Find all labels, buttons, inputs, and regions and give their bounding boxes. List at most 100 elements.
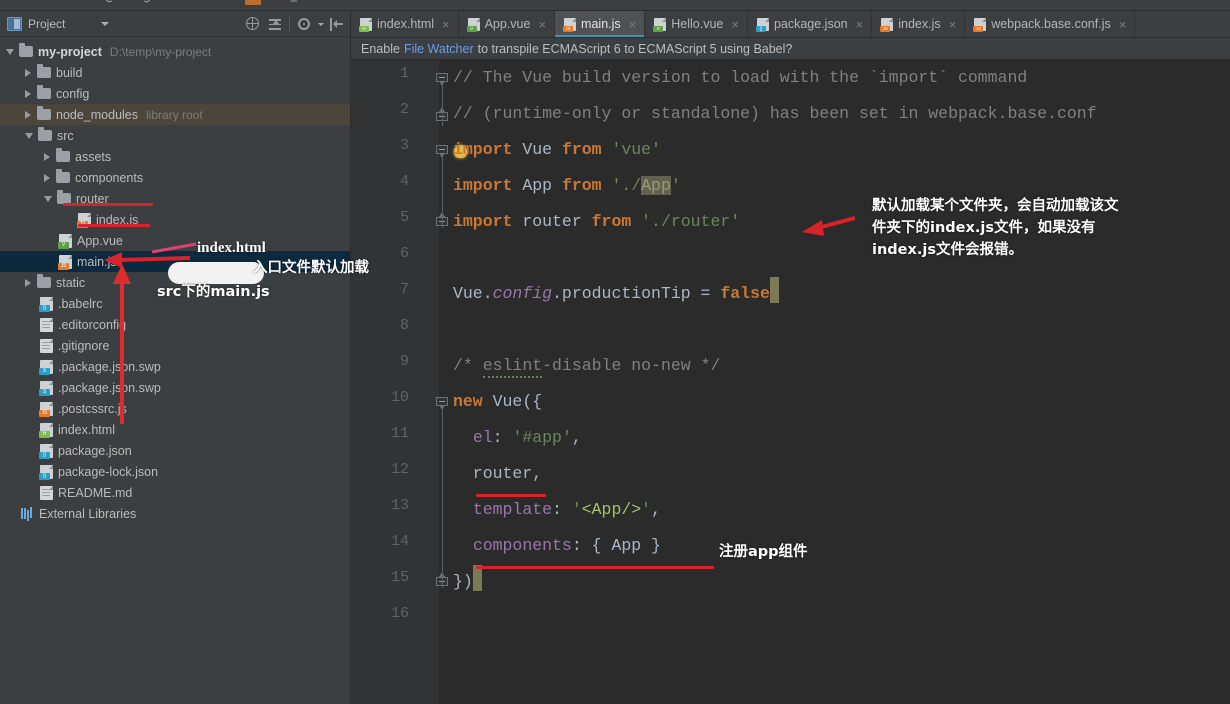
tab-type-badge: JS: [973, 25, 984, 32]
line-number: 6: [399, 245, 409, 262]
tab-close-icon[interactable]: ×: [856, 18, 864, 31]
line-number: 2: [399, 101, 409, 118]
tree-item-label: assets: [75, 149, 112, 164]
toolbar-ghost-icon-3: [245, 0, 261, 5]
tab-close-icon[interactable]: ×: [442, 18, 450, 31]
tree-item-label: components: [75, 170, 144, 185]
file-watcher-link[interactable]: File Watcher: [404, 42, 474, 56]
tree-item-build[interactable]: build: [0, 62, 350, 83]
hide-panel-icon[interactable]: [330, 17, 344, 31]
editor-tab-index-js[interactable]: JS index.js ×: [872, 11, 966, 37]
tree-toggle-closed-icon[interactable]: [44, 152, 50, 161]
tree-toggle-open-icon[interactable]: [6, 48, 14, 55]
tree-toggle-closed-icon[interactable]: [25, 89, 31, 98]
tree-toggle-open-icon[interactable]: [25, 132, 33, 139]
tree-item-config[interactable]: config: [0, 83, 350, 104]
tree-item-index-js[interactable]: JSindex.js: [0, 209, 350, 230]
editor-tab-main-js[interactable]: JS main.js ×: [555, 11, 646, 37]
tree-item--package-json-swp[interactable]: S .package.json.swp: [0, 356, 350, 377]
tab-close-icon[interactable]: ×: [538, 18, 546, 31]
tree-item-readme-md[interactable]: README.md: [0, 482, 350, 503]
line-number: 12: [390, 461, 409, 478]
tree-item--postcssrc-js[interactable]: JS .postcssrc.js: [0, 398, 350, 419]
file-type-badge: H: [39, 430, 50, 438]
tab-close-icon[interactable]: ×: [949, 18, 957, 31]
external-libraries-icon: [21, 507, 34, 520]
tree-item-label: index.html: [58, 422, 115, 437]
tab-type-badge: JS: [880, 25, 891, 32]
tree-item-label: node_modules: [56, 107, 139, 122]
editor-tab-bar[interactable]: Hindex.html × V App.vue × JS main.js × V Hello.vu…: [351, 11, 1230, 38]
tree-item-label: main.js: [77, 254, 117, 269]
toolbar-ghost-icon-2: ⟲: [140, 0, 151, 7]
tree-toggle-closed-icon[interactable]: [25, 68, 31, 77]
tree-item-label: README.md: [58, 485, 133, 500]
top-toolbar-strip: ⟳ ⟲ ≡: [0, 0, 1230, 11]
tab-close-icon[interactable]: ×: [629, 18, 637, 31]
breadcrumb-marker: ⋮: [351, 260, 358, 270]
tree-toggle-closed-icon[interactable]: [25, 278, 31, 287]
tab-type-badge: {}: [755, 25, 766, 32]
tree-item-app-vue[interactable]: V App.vue: [0, 230, 350, 251]
tree-item-src[interactable]: src: [0, 125, 350, 146]
tree-item-package-lock-json[interactable]: {} package-lock.json: [0, 461, 350, 482]
code-content[interactable]: // The Vue build version to load with th…: [439, 60, 1230, 704]
collapse-all-icon[interactable]: [245, 16, 261, 32]
file-icon-html: H: [39, 422, 53, 438]
folder-icon: [37, 106, 51, 120]
code-line-3: import Vue from 'vue': [453, 140, 661, 159]
tree-item-components[interactable]: components: [0, 167, 350, 188]
line-number: 9: [399, 353, 409, 370]
file-type-badge: V: [58, 241, 69, 249]
file-icon-json: {}: [39, 443, 53, 459]
code-line-7: Vue.config.productionTip = false: [453, 276, 779, 312]
tab-file-icon-html: H: [359, 17, 372, 32]
file-icon-vue: V: [58, 233, 72, 249]
tree-item-package-json[interactable]: {} package.json: [0, 440, 350, 461]
settings-gear-icon[interactable]: [296, 16, 312, 32]
tab-close-icon[interactable]: ×: [1119, 18, 1127, 31]
code-line-2: // (runtime-only or standalone) has been…: [453, 104, 1097, 123]
tree-item--babelrc[interactable]: {} .babelrc: [0, 293, 350, 314]
toolbar-divider: [289, 17, 290, 31]
tree-item--package-json-swp[interactable]: S .package.json.swp: [0, 377, 350, 398]
tree-item-node-modules[interactable]: node_modules library root: [0, 104, 350, 125]
tab-label: index.html: [377, 17, 434, 31]
editor-tab-hello-vue[interactable]: V Hello.vue ×: [645, 11, 748, 37]
file-icon-plain: [40, 338, 53, 353]
code-line-1: // The Vue build version to load with th…: [453, 68, 1028, 87]
notification-suffix: to transpile ECMAScript 6 to ECMAScript …: [477, 41, 793, 56]
tab-type-badge: V: [466, 25, 477, 32]
tree-item-index-html[interactable]: Hindex.html: [0, 419, 350, 440]
tab-close-icon[interactable]: ×: [731, 18, 739, 31]
tree-toggle-closed-icon[interactable]: [44, 173, 50, 182]
tree-toggle-closed-icon[interactable]: [25, 110, 31, 119]
tree-item-label: config: [56, 86, 90, 101]
tree-item-label: .package.json.swp: [58, 380, 161, 395]
tree-item-my-project[interactable]: my-project D:\temp\my-project: [0, 41, 350, 62]
tree-item--editorconfig[interactable]: .editorconfig: [0, 314, 350, 335]
tree-item--gitignore[interactable]: .gitignore: [0, 335, 350, 356]
notification-prefix: Enable: [361, 41, 400, 56]
editor-tab-webpack-base-conf-js[interactable]: JS webpack.base.conf.js ×: [965, 11, 1136, 37]
code-editor[interactable]: 1 2 3 4 5 6 7 8 9 10 11 12 13 14 15 16 ⋮ // The Vue bui…: [351, 60, 1230, 704]
tree-item-label: build: [56, 65, 83, 80]
gear-dropdown-caret-icon[interactable]: [318, 22, 324, 26]
editor-tab-app-vue[interactable]: V App.vue ×: [458, 11, 556, 37]
tree-item-router[interactable]: router: [0, 188, 350, 209]
expand-icon[interactable]: [267, 16, 283, 32]
editor-tab-package-json[interactable]: {} package.json ×: [747, 11, 873, 37]
tree-item-assets[interactable]: assets: [0, 146, 350, 167]
ide-window: ⟳ ⟲ ≡ Project my-project D:\temp\my-proje…: [0, 0, 1230, 704]
editor-tab-index-html[interactable]: Hindex.html ×: [351, 11, 459, 37]
tree-item-label: package.json: [58, 443, 132, 458]
toolbar-ghost-icon-4: ≡: [290, 0, 298, 6]
tree-item-external-libraries[interactable]: External Libraries: [0, 503, 350, 524]
tree-toggle-open-icon[interactable]: [44, 195, 52, 202]
tab-file-icon-js: JS: [880, 17, 894, 32]
underline-index-js: [78, 224, 150, 227]
folder-icon: [37, 85, 51, 99]
chevron-down-icon[interactable]: [101, 21, 110, 26]
code-line-5: import router from './router': [453, 212, 741, 231]
file-type-badge: {}: [39, 304, 50, 312]
